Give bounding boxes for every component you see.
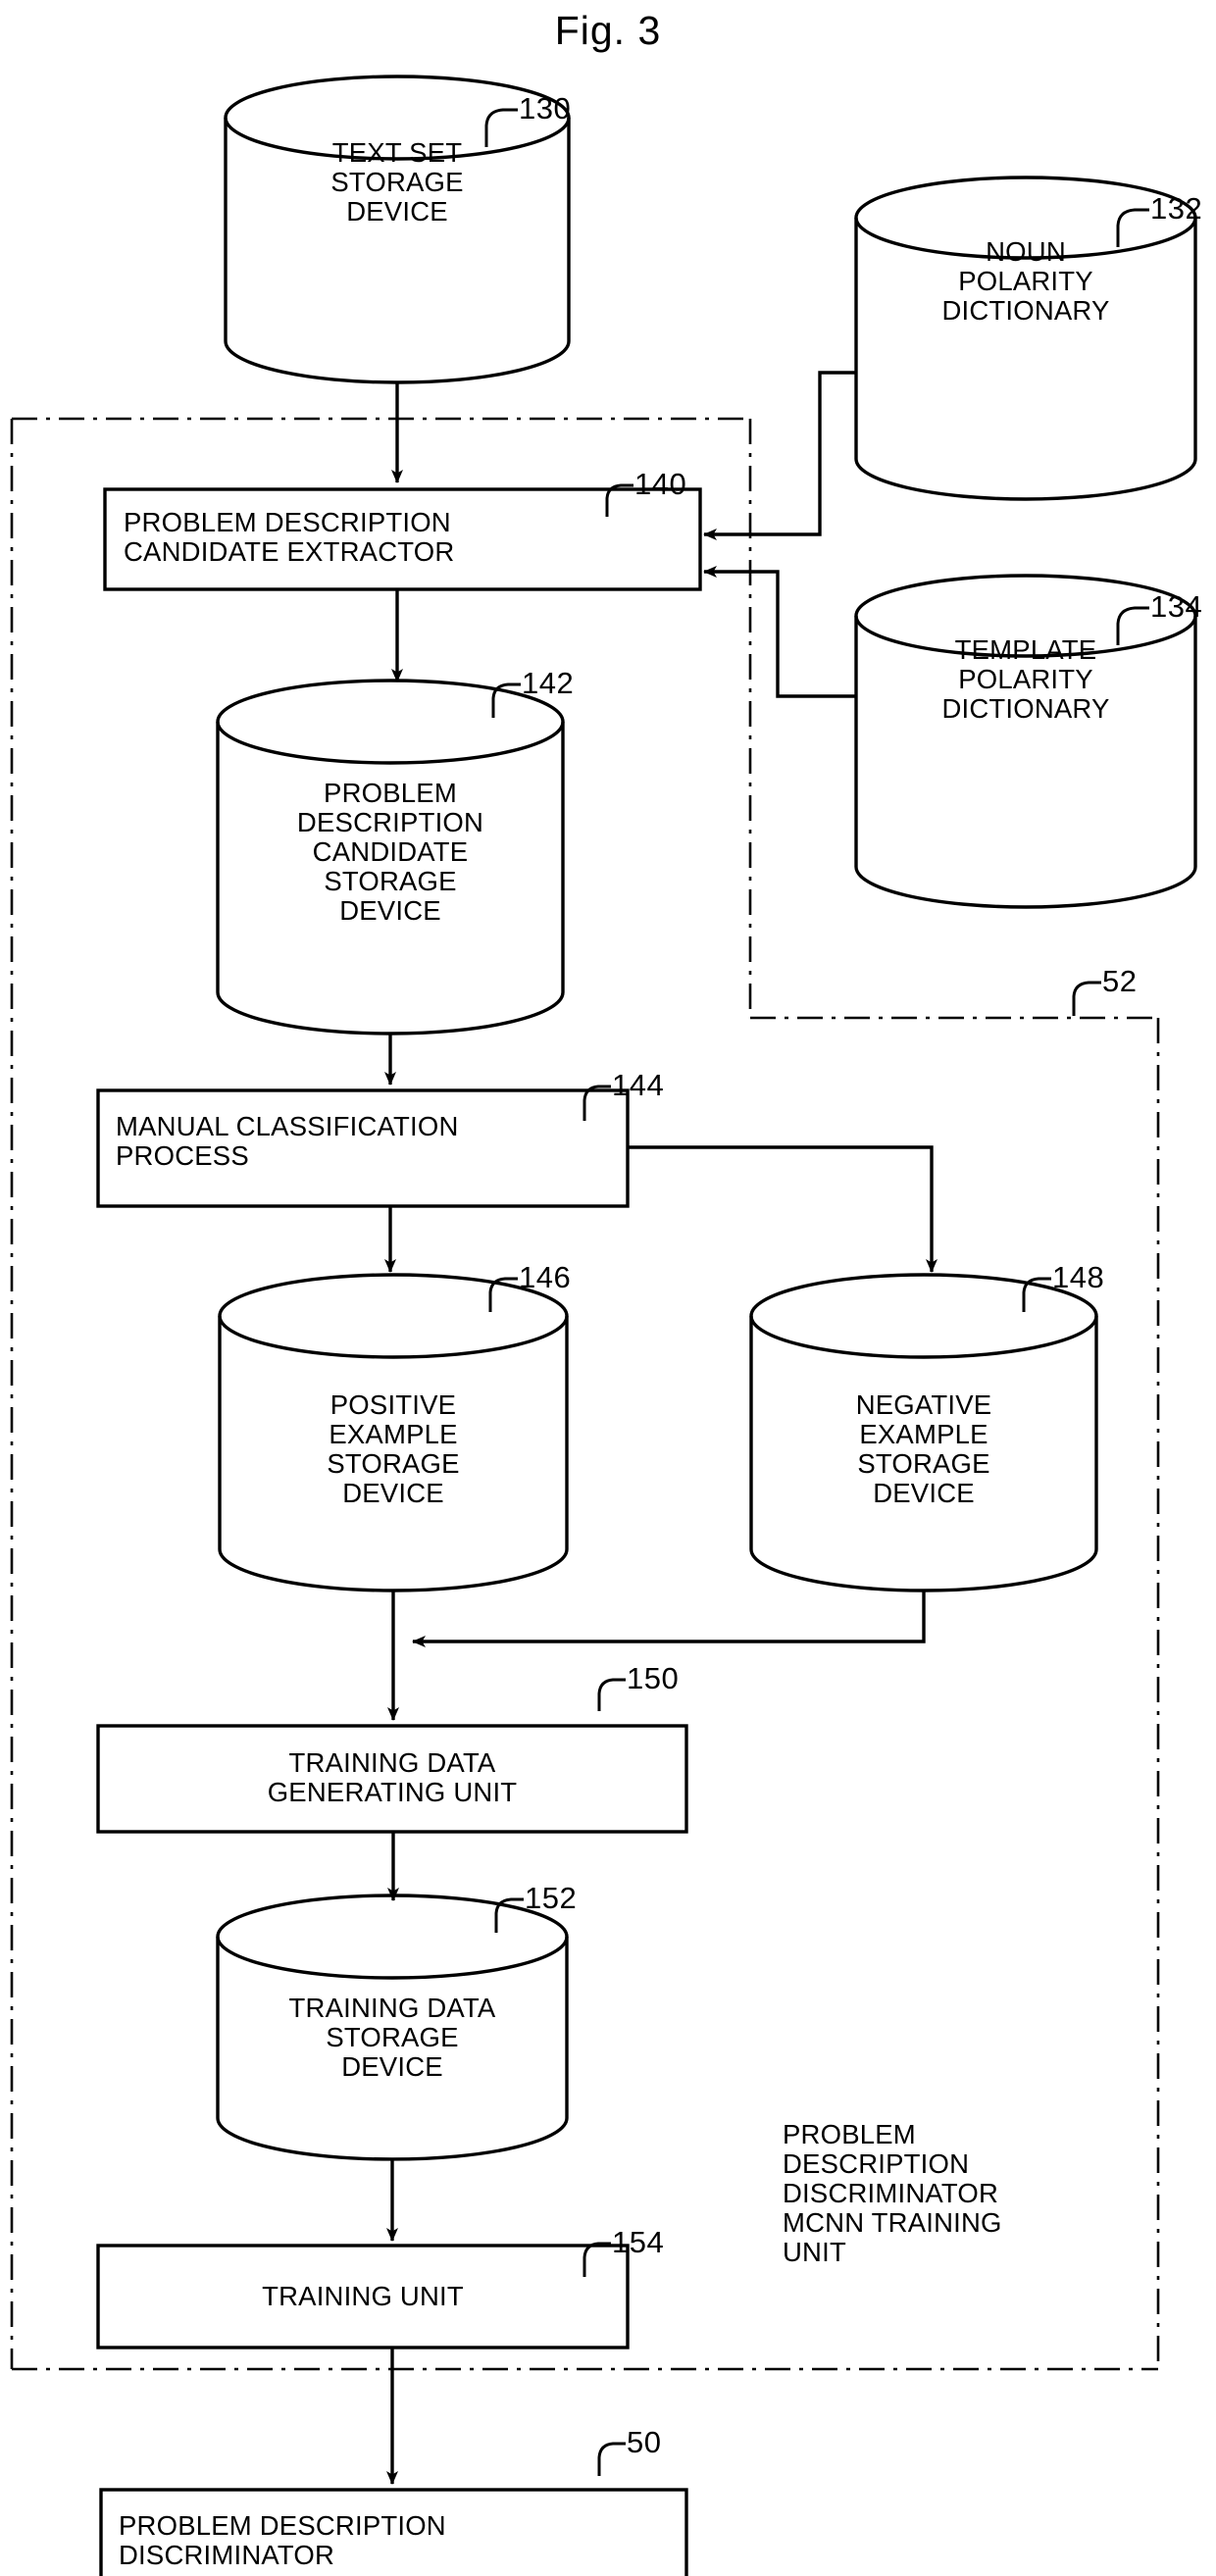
positive-example-storage-label: POSITIVE EXAMPLE STORAGE DEVICE	[327, 1389, 460, 1508]
ref-number-144: 144	[612, 1068, 665, 1102]
ref-number-148: 148	[1052, 1260, 1105, 1294]
negative-example-storage-label: NEGATIVE EXAMPLE STORAGE DEVICE	[855, 1389, 992, 1508]
problem-description-discriminator-label: PROBLEM DESCRIPTION DISCRIMINATOR	[119, 2510, 446, 2570]
text-set-storage-device-shape	[224, 75, 571, 384]
ref-number-152: 152	[525, 1881, 578, 1915]
ref-number-132: 132	[1150, 191, 1203, 226]
problem-description-candidate-storage-label: PROBLEM DESCRIPTION CANDIDATE STORAGE DE…	[296, 778, 484, 926]
arrow-132-to-140	[703, 371, 856, 540]
training-data-storage-label: TRAINING DATA STORAGE DEVICE	[288, 1993, 496, 2082]
training-unit-group-label: PROBLEM DESCRIPTION DISCRIMINATOR MCNN T…	[783, 2119, 1002, 2267]
figure-page: Fig. 3 TEXT SET STORAGE DEVICE 130 NOUN …	[0, 0, 1216, 2576]
noun-polarity-dictionary-shape	[854, 176, 1197, 501]
ref-number-140: 140	[634, 467, 687, 501]
ref-number-130: 130	[519, 91, 572, 126]
ref-number-142: 142	[522, 666, 575, 700]
arrow-134-to-140	[703, 566, 856, 698]
ref-number-146: 146	[519, 1260, 572, 1294]
training-data-generating-unit-label: TRAINING DATA GENERATING UNIT	[267, 1747, 518, 1807]
ref-number-154: 154	[612, 2225, 665, 2259]
training-unit-label: TRAINING UNIT	[262, 2281, 464, 2311]
arrow-148-to-junction	[412, 1591, 926, 1647]
text-set-storage-device-label: TEXT SET STORAGE DEVICE	[330, 137, 464, 227]
template-polarity-dictionary-label: TEMPLATE POLARITY DICTIONARY	[941, 634, 1110, 724]
arrow-144-to-148	[628, 1145, 937, 1273]
manual-classification-process-label: MANUAL CLASSIFICATION PROCESS	[116, 1111, 459, 1171]
ref-number-52: 52	[1102, 964, 1138, 998]
noun-polarity-dictionary-label: NOUN POLARITY DICTIONARY	[941, 236, 1110, 326]
ref-number-134: 134	[1150, 589, 1203, 624]
ref-number-50: 50	[627, 2425, 662, 2459]
ref-number-150: 150	[627, 1661, 680, 1695]
template-polarity-dictionary-body	[854, 574, 1197, 909]
problem-description-candidate-extractor-label: PROBLEM DESCRIPTION CANDIDATE EXTRACTOR	[124, 507, 455, 567]
